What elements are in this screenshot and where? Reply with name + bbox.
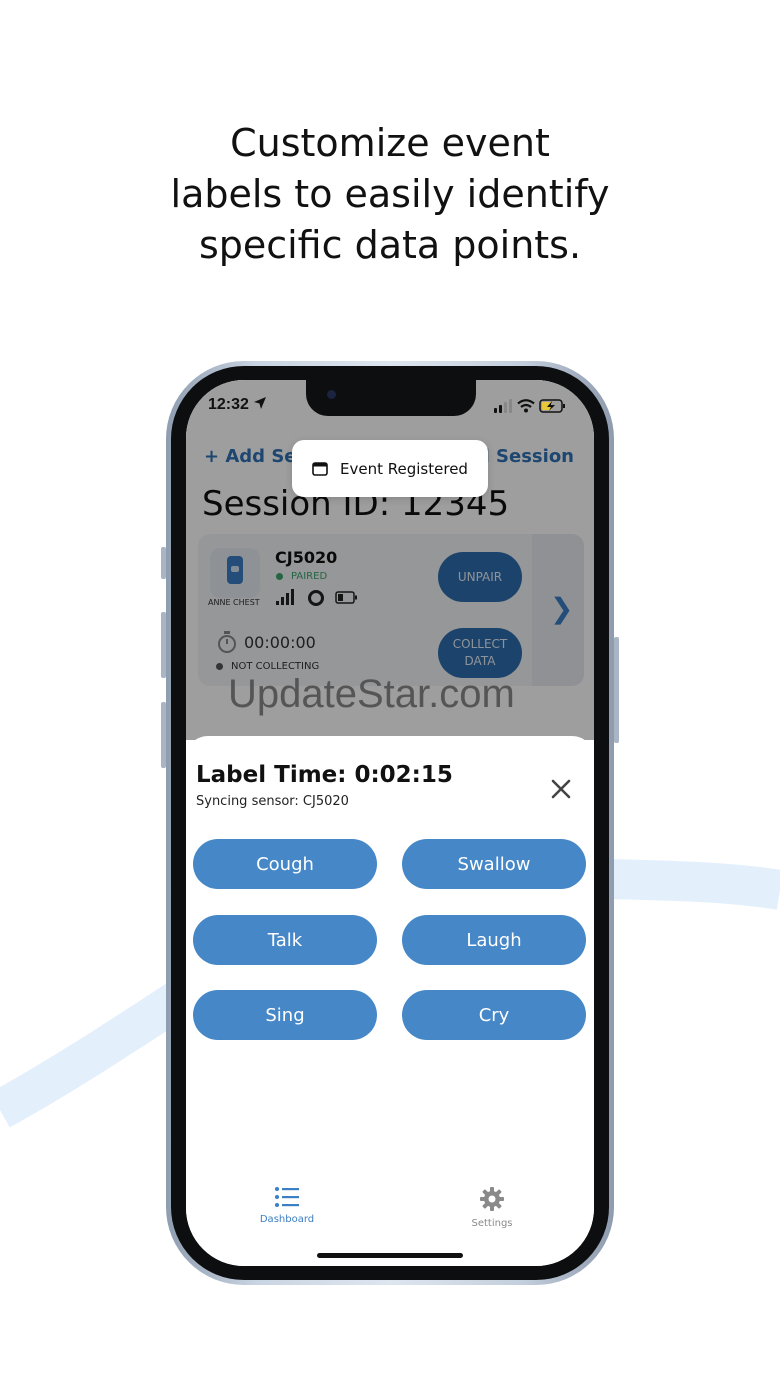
battery-charging-icon xyxy=(539,399,565,413)
toast-text: Event Registered xyxy=(340,459,468,478)
headline-line-1: Customize event xyxy=(230,121,550,165)
label-button-text: Talk xyxy=(267,929,303,951)
close-icon[interactable] xyxy=(548,776,574,802)
label-button-swallow[interactable]: Swallow xyxy=(402,839,586,889)
label-button-text: Swallow xyxy=(457,853,531,875)
tab-dashboard-label: Dashboard xyxy=(259,1214,315,1225)
label-button-text: Cough xyxy=(256,853,314,875)
list-icon xyxy=(275,1187,299,1207)
headline-line-2: labels to easily identify xyxy=(170,172,610,216)
wifi-icon xyxy=(517,399,535,413)
headline: Customize event labels to easily identif… xyxy=(0,118,780,271)
phone-screen: + Add Sen nd Session Session ID: 12345 ❯… xyxy=(186,380,594,1266)
home-indicator[interactable] xyxy=(317,1253,463,1258)
location-arrow-icon xyxy=(254,397,267,409)
label-button-sing[interactable]: Sing xyxy=(193,990,377,1040)
power-button xyxy=(614,637,619,743)
tab-settings-label: Settings xyxy=(471,1218,513,1229)
calendar-icon xyxy=(312,461,328,476)
volume-down-button xyxy=(161,702,166,768)
status-time: 12:32 xyxy=(208,396,267,414)
watermark: UpdateStar.com xyxy=(228,672,515,716)
cellular-signal-icon xyxy=(494,399,512,413)
front-camera xyxy=(327,390,336,399)
label-button-cough[interactable]: Cough xyxy=(193,839,377,889)
label-button-text: Sing xyxy=(265,1004,305,1026)
tab-settings[interactable]: Settings xyxy=(432,1186,552,1229)
volume-up-button xyxy=(161,612,166,678)
label-time-title: Label Time: 0:02:15 xyxy=(196,762,453,788)
label-button-talk[interactable]: Talk xyxy=(193,915,377,965)
mute-switch xyxy=(161,547,166,579)
headline-line-3: specific data points. xyxy=(198,223,582,267)
label-button-cry[interactable]: Cry xyxy=(402,990,586,1040)
event-registered-toast: Event Registered xyxy=(292,440,488,497)
syncing-sensor-text: Syncing sensor: CJ5020 xyxy=(196,794,349,809)
status-icons xyxy=(494,399,565,413)
label-button-text: Cry xyxy=(478,1004,510,1026)
label-button-text: Laugh xyxy=(466,929,522,951)
label-button-laugh[interactable]: Laugh xyxy=(402,915,586,965)
tab-dashboard[interactable]: Dashboard xyxy=(227,1186,347,1225)
gear-icon xyxy=(480,1187,504,1211)
status-time-text: 12:32 xyxy=(208,396,249,413)
